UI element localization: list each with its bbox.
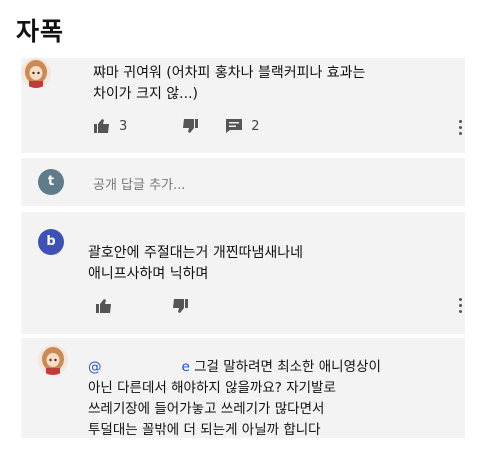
- comment-line: @ e 그걸 말하려면 최소한 애니영상이: [88, 359, 381, 375]
- avatar[interactable]: b: [38, 229, 64, 255]
- like-count: 3: [119, 118, 128, 134]
- comment-line: 괄호안에 주절대는거 개찐따냄새나네: [88, 245, 303, 261]
- comment-card: @ e 그걸 말하려면 최소한 애니영상이 아닌 다른데서 해야하지 않을까요? …: [21, 338, 465, 438]
- more-vert-icon[interactable]: [459, 298, 463, 316]
- thumb-up-icon[interactable]: [95, 298, 113, 314]
- anime-avatar[interactable]: [21, 58, 51, 88]
- comment-line: 투덜대는 꼴밖에 더 되는게 아닐까 합니다: [88, 422, 321, 438]
- reply-input[interactable]: 공개 답글 추가...: [93, 174, 185, 193]
- comment-card: 쨔마 귀여워 (어차피 홍차나 블랙커피나 효과는 차이가 크지 않...) 3…: [21, 58, 465, 153]
- thumb-down-icon[interactable]: [181, 118, 199, 134]
- comment-line: 아닌 다른데서 해야하지 않을까요? 자기발로: [88, 380, 336, 396]
- reply-comment-icon[interactable]: [225, 118, 243, 134]
- more-vert-icon[interactable]: [459, 120, 463, 138]
- comment-line: 애니프사하며 닉하며: [88, 266, 209, 282]
- thumb-up-icon[interactable]: [93, 118, 111, 134]
- reply-input-row: t 공개 답글 추가...: [21, 158, 465, 206]
- comment-line: 쨔마 귀여워 (어차피 홍차나 블랙커피나 효과는: [93, 65, 366, 81]
- comment-line: 차이가 크지 않...): [93, 86, 198, 102]
- page-title: 자폭: [16, 17, 65, 46]
- avatar: t: [38, 169, 64, 195]
- anime-avatar[interactable]: [38, 345, 68, 375]
- thumb-down-icon[interactable]: [171, 298, 189, 314]
- reply-count: 2: [251, 118, 260, 134]
- comment-card: b 괄호안에 주절대는거 개찐따냄새나네 애니프사하며 닉하며: [21, 212, 465, 334]
- comment-line: 쓰레기장에 들어가놓고 쓰레기가 많다면서: [88, 401, 325, 417]
- mention-link[interactable]: @ e: [88, 359, 190, 375]
